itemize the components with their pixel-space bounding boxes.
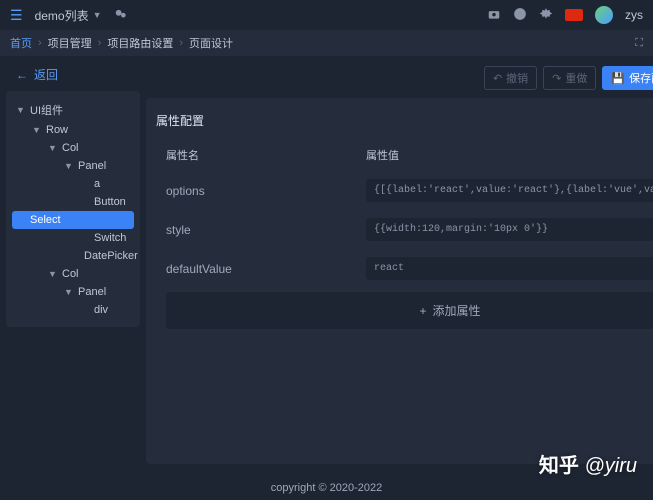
tree-label: div [94, 304, 108, 316]
prop-name: style [166, 223, 366, 237]
property-row: style{{width:120,margin:'10px 0'}}编辑删除 [156, 210, 653, 249]
arrow-left-icon: ← [16, 68, 28, 82]
topbar-right: zys [487, 6, 643, 24]
breadcrumb-sep: › [179, 37, 183, 49]
breadcrumb-item[interactable]: 首页 [10, 35, 32, 51]
tree-label: Button [94, 196, 126, 208]
header-name: 属性名 [166, 147, 366, 163]
save-icon: 💾 [611, 72, 625, 85]
properties-panel: 属性配置 属性名 属性值 操作 options{[{label:'react',… [146, 98, 653, 464]
tree-node[interactable]: ▼ Col [6, 139, 140, 157]
property-row: options{[{label:'react',value:'react'},{… [156, 171, 653, 210]
back-label: 返回 [34, 66, 58, 83]
tree-label: UI组件 [30, 102, 63, 118]
back-button[interactable]: ← 返回 [6, 62, 140, 91]
caret-icon: ▼ [64, 287, 74, 297]
project-dropdown[interactable]: demo列表 ▼ [35, 7, 102, 24]
caret-icon: ▼ [48, 143, 58, 153]
prop-value[interactable]: {{width:120,margin:'10px 0'}} [366, 218, 653, 241]
tree-node[interactable]: ▼ Panel [6, 157, 140, 175]
chevron-down-icon: ▼ [93, 10, 102, 20]
tree-node[interactable]: Switch [6, 229, 140, 247]
add-label: 添加属性 [433, 302, 481, 319]
prop-name: options [166, 184, 366, 198]
breadcrumb-item: 页面设计 [189, 35, 233, 51]
avatar[interactable] [595, 6, 613, 24]
tree-node[interactable]: Select [12, 211, 134, 229]
breadcrumb-item[interactable]: 项目管理 [48, 35, 92, 51]
prop-value[interactable]: react [366, 257, 653, 280]
toolbar: ↶撤销 ↷重做 💾保存配置 👁预览 [146, 62, 653, 98]
caret-icon: ▼ [16, 105, 26, 115]
tree-label: DatePicker [84, 250, 138, 262]
tree-label: Select [30, 214, 61, 226]
tree-root[interactable]: ▼ UI组件 [6, 99, 140, 121]
tree-node[interactable]: DatePicker [6, 247, 140, 265]
tree-node[interactable]: div [6, 301, 140, 319]
breadcrumb-sep: › [38, 37, 42, 49]
undo-button[interactable]: ↶撤销 [484, 66, 537, 90]
add-property-button[interactable]: + 添加属性 [166, 292, 653, 329]
breadcrumb-item[interactable]: 项目路由设置 [107, 35, 173, 51]
hamburger-icon[interactable]: ☰ [10, 7, 23, 24]
dropdown-label: demo列表 [35, 7, 89, 24]
prop-name: defaultValue [166, 262, 366, 276]
tree-node[interactable]: ▼ Row [6, 121, 140, 139]
username: zys [625, 8, 643, 22]
topbar: ☰ demo列表 ▼ zys [0, 0, 653, 30]
breadcrumb-sep: › [98, 37, 102, 49]
prop-value[interactable]: {[{label:'react',value:'react'},{label:'… [366, 179, 653, 202]
caret-icon: ▼ [32, 125, 42, 135]
caret-icon: ▼ [48, 269, 58, 279]
plus-icon: + [420, 304, 427, 318]
tree-label: Panel [78, 286, 106, 298]
topbar-left: ☰ demo列表 ▼ [10, 7, 128, 24]
caret-icon: ▼ [64, 161, 74, 171]
table-header: 属性名 属性值 操作 [156, 139, 653, 171]
tree-label: Row [46, 124, 68, 136]
component-tree: ▼ UI组件 ▼ Row ▼ Col ▼ Panel a Button Select Switch… [6, 91, 140, 327]
footer: copyright © 2020-2022 [0, 476, 653, 500]
tree-label: Switch [94, 232, 126, 244]
tree-label: Col [62, 142, 79, 154]
tree-label: a [94, 178, 100, 190]
tree-node[interactable]: a [6, 175, 140, 193]
redo-button[interactable]: ↷重做 [543, 66, 596, 90]
panel-title: 属性配置 [156, 106, 653, 139]
breadcrumb: 首页 › 项目管理 › 项目路由设置 › 页面设计 ⛶ [0, 30, 653, 56]
content: ← 返回 ▼ UI组件 ▼ Row ▼ Col ▼ Panel a Button Select S… [0, 56, 653, 470]
watermark: 知乎 @yiru [539, 449, 637, 478]
save-button[interactable]: 💾保存配置 [602, 66, 653, 90]
fullscreen-icon[interactable]: ⛶ [635, 37, 643, 50]
tree-node[interactable]: Button [6, 193, 140, 211]
redo-icon: ↷ [552, 72, 561, 85]
gear-icon[interactable] [539, 7, 553, 24]
undo-icon: ↶ [493, 72, 502, 85]
language-flag[interactable] [565, 9, 583, 21]
github-icon[interactable] [513, 7, 527, 24]
tree-label: Col [62, 268, 79, 280]
tree-node[interactable]: ▼ Col [6, 265, 140, 283]
main-area: ↶撤销 ↷重做 💾保存配置 👁预览 属性配置 属性名 属性值 操作 option… [146, 62, 653, 464]
property-row: defaultValuereact编辑删除 [156, 249, 653, 288]
camera-icon[interactable] [487, 7, 501, 24]
tree-label: Panel [78, 160, 106, 172]
wechat-icon[interactable] [114, 7, 128, 24]
tree-node[interactable]: ▼ Panel [6, 283, 140, 301]
header-value: 属性值 [366, 147, 653, 163]
